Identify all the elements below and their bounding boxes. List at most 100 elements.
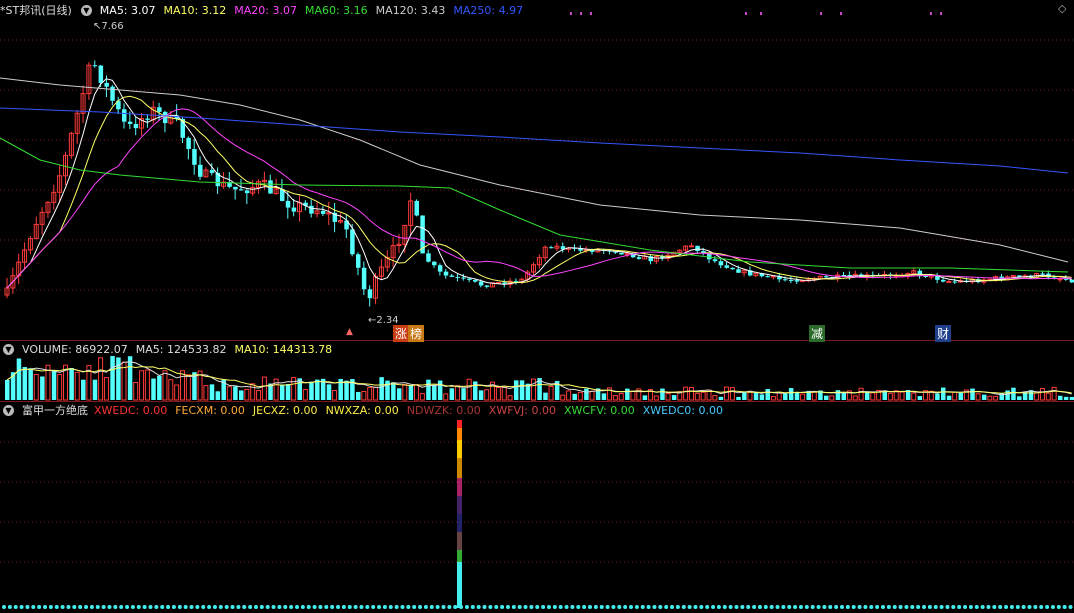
baseline-dot xyxy=(634,605,639,609)
baseline-dot xyxy=(681,605,686,609)
baseline-dot xyxy=(798,605,803,609)
volume-bar-down xyxy=(40,376,45,400)
candle-body-down xyxy=(473,279,478,282)
baseline-dot xyxy=(37,605,42,609)
baseline-dot xyxy=(699,605,704,609)
baseline-dot xyxy=(1015,605,1020,609)
baseline-dot xyxy=(353,605,358,609)
price-chart-panel[interactable]: *ST邦讯(日线) ▼ MA5: 3.07 MA10: 3.12 MA20: 3.0… xyxy=(0,0,1074,342)
candle-body-down xyxy=(824,276,829,278)
baseline-dot xyxy=(711,605,716,609)
volume-bar-down xyxy=(1058,395,1063,400)
volume-bar-down xyxy=(941,387,946,400)
tag-limit-up[interactable]: 涨 xyxy=(393,325,410,342)
indicator-value-1: FECXM: 0.00 xyxy=(175,403,245,417)
ma-indicator-4: MA120: 3.43 xyxy=(375,3,446,17)
candle-body-down xyxy=(192,149,197,165)
volume-bar-up xyxy=(747,391,753,401)
volume-bar-up xyxy=(302,389,308,401)
ma-indicator-3: MA60: 3.16 xyxy=(304,3,368,17)
volume-bar-down xyxy=(981,394,987,400)
candle-body-down xyxy=(467,278,472,280)
indicator-panel[interactable]: ▼ 富甲一方绝底 XWEDC: 0.00 FECXM: 0.00 JECXZ: 0.… xyxy=(0,402,1074,613)
baseline-dot xyxy=(271,605,276,609)
volume-bar-down xyxy=(824,395,829,400)
volume-bar-down xyxy=(917,396,923,400)
candle-body-down xyxy=(157,107,162,112)
tag-ranking[interactable]: 榜 xyxy=(408,325,425,342)
baseline-dot xyxy=(406,605,411,609)
volume-bar-down xyxy=(157,375,162,400)
baseline-dot xyxy=(740,605,745,609)
tag-finance[interactable]: 财 xyxy=(935,325,952,342)
candle-body-down xyxy=(695,245,700,252)
baseline-dot xyxy=(31,605,36,609)
volume-bar-up xyxy=(952,391,958,401)
volume-bar-down xyxy=(935,393,940,400)
baseline-dot xyxy=(1045,605,1050,609)
candle-body-down xyxy=(361,267,367,290)
candle-body-down xyxy=(952,281,958,283)
baseline-dot xyxy=(687,605,692,609)
baseline-dot xyxy=(1050,605,1055,609)
volume-bar-down xyxy=(572,393,577,400)
baseline-dot xyxy=(822,605,827,609)
volume-panel[interactable]: ▼ VOLUME: 86922.07 MA5: 124533.82 MA10: … xyxy=(0,341,1074,401)
ma-indicator-0: MA5: 3.07 xyxy=(99,3,156,17)
baseline-dot xyxy=(253,605,258,609)
candle-body-down xyxy=(636,257,642,259)
signal-bar-segment xyxy=(457,440,462,458)
baseline-dot xyxy=(693,605,698,609)
candle-body-down xyxy=(461,277,466,279)
candle-body-down xyxy=(133,123,139,129)
baseline-dot xyxy=(377,605,382,609)
baseline-dot xyxy=(517,605,522,609)
indicator-chart[interactable] xyxy=(0,402,1074,613)
volume-bar-up xyxy=(893,390,899,401)
volume-bar-up xyxy=(332,389,338,401)
baseline-dot xyxy=(646,605,651,609)
baseline-dot xyxy=(289,605,294,609)
volume-bar-down xyxy=(110,356,115,400)
baseline-dot xyxy=(224,605,229,609)
baseline-dot xyxy=(154,605,159,609)
volume-bar-down xyxy=(209,384,215,400)
candle-body-down xyxy=(794,280,800,282)
baseline-dot xyxy=(916,605,921,609)
dropdown-circle-icon[interactable]: ▼ xyxy=(80,4,92,16)
baseline-dot xyxy=(447,605,452,609)
baseline-dot xyxy=(505,605,510,609)
baseline-dot xyxy=(828,605,833,609)
baseline-dot xyxy=(130,605,135,609)
volume-bar-down xyxy=(759,394,765,400)
candle-body-down xyxy=(449,275,455,277)
ma-indicator-2: MA20: 3.07 xyxy=(234,3,297,17)
candle-body-down xyxy=(145,118,150,120)
dropdown-circle-icon[interactable]: ▼ xyxy=(3,343,14,355)
volume-bar-up xyxy=(291,377,297,401)
baseline-dot xyxy=(107,605,112,609)
candlestick-chart[interactable] xyxy=(0,0,1074,340)
baseline-dot xyxy=(605,605,610,609)
dropdown-circle-icon[interactable]: ▼ xyxy=(3,404,14,416)
baseline-dot xyxy=(142,605,147,609)
volume-bar-down xyxy=(783,393,788,400)
baseline-dot xyxy=(629,605,634,609)
diamond-icon[interactable]: ◇ xyxy=(1058,2,1066,15)
volume-bar-down xyxy=(1069,396,1074,400)
volume-bar-up xyxy=(724,386,730,401)
tag-reduce[interactable]: 减 xyxy=(809,325,826,342)
baseline-dot xyxy=(242,605,247,609)
baseline-dot xyxy=(230,605,235,609)
baseline-dot xyxy=(986,605,991,609)
volume-bar-up xyxy=(975,393,981,401)
baseline-dot xyxy=(552,605,557,609)
volume-bar-down xyxy=(356,391,361,400)
volume-bar-up xyxy=(180,370,185,401)
volume-bar-up xyxy=(244,388,250,401)
candle-body-up xyxy=(946,281,952,284)
baseline-dot xyxy=(324,605,329,609)
volume-bar-down xyxy=(285,384,291,400)
baseline-dot xyxy=(464,605,469,609)
volume-bar-down xyxy=(233,386,238,400)
